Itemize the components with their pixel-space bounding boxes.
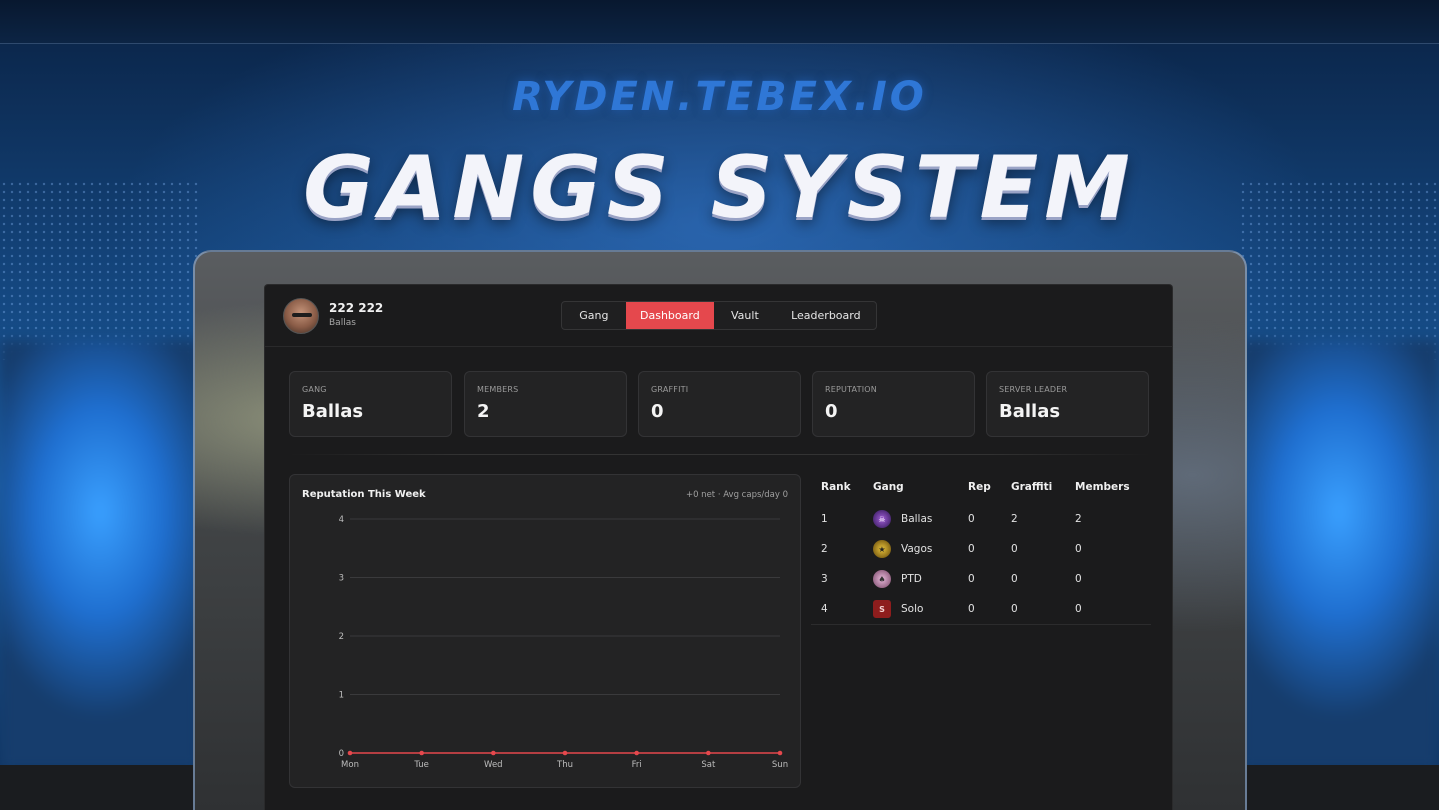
row-gang: ★ Vagos: [873, 534, 932, 564]
row-graffiti: 2: [1011, 513, 1018, 525]
y-tick-label: 1: [339, 691, 344, 701]
header-rank[interactable]: Rank: [821, 474, 851, 500]
stat-value: 0: [825, 401, 838, 422]
row-rep: 0: [968, 543, 975, 555]
stat-card-server-leader: SERVER LEADER Ballas: [986, 371, 1149, 437]
header-rep[interactable]: Rep: [968, 474, 991, 500]
blue-glow-left: [0, 340, 200, 770]
row-graffiti: 0: [1011, 543, 1018, 555]
table-row[interactable]: 1 ☠ Ballas 0 2 2: [811, 504, 1151, 534]
leaderboard-table: Rank Gang Rep Graffiti Members 1 ☠ Balla…: [811, 474, 1151, 625]
ptd-icon: ♠: [873, 570, 891, 588]
row-members: 0: [1075, 603, 1082, 615]
gang-panel: 222 222 Ballas Gang Dashboard Vault Lead…: [264, 284, 1173, 810]
row-gang-name: Vagos: [901, 543, 933, 555]
stat-label: GRAFFITI: [651, 385, 689, 394]
row-gang: ♠ PTD: [873, 564, 922, 594]
x-tick-label: Tue: [413, 760, 429, 770]
brand-title: RYDEN.TEBEX.IO: [512, 74, 927, 120]
header-members[interactable]: Members: [1075, 474, 1130, 500]
row-gang-name: PTD: [901, 573, 922, 585]
chart-subtitle: +0 net · Avg caps/day 0: [685, 490, 788, 500]
table-row[interactable]: 2 ★ Vagos 0 0 0: [811, 534, 1151, 564]
panel-header: 222 222 Ballas Gang Dashboard Vault Lead…: [265, 285, 1172, 347]
row-rank: 2: [821, 543, 828, 555]
header-graffiti[interactable]: Graffiti: [1011, 474, 1052, 500]
reputation-chart-card: 0 1 2 3 4 Mon Tue Wed Thu Fri Sat Sun Reputation Th…: [289, 474, 801, 788]
stat-card-graffiti: GRAFFITI 0: [638, 371, 801, 437]
vagos-icon: ★: [873, 540, 891, 558]
row-graffiti: 0: [1011, 573, 1018, 585]
top-strip: [0, 0, 1439, 44]
x-tick-label: Sun: [772, 760, 788, 770]
player-name: 222 222: [329, 301, 384, 315]
x-tick-label: Thu: [556, 760, 573, 770]
data-point[interactable]: [347, 750, 353, 756]
data-point[interactable]: [491, 750, 496, 756]
stat-card-members: MEMBERS 2: [464, 371, 627, 437]
row-rank: 1: [821, 513, 828, 525]
row-graffiti: 0: [1011, 603, 1018, 615]
row-members: 2: [1075, 513, 1082, 525]
headline-title: GANGS SYSTEM: [303, 138, 1136, 238]
row-rank: 3: [821, 573, 828, 585]
x-tick-label: Wed: [484, 760, 503, 770]
y-tick-label: 4: [339, 515, 344, 525]
tab-bar: Gang Dashboard Vault Leaderboard: [561, 301, 877, 330]
stat-value: 2: [477, 401, 490, 422]
stat-card-reputation: REPUTATION 0: [812, 371, 975, 437]
row-gang-name: Solo: [901, 603, 924, 615]
row-gang-name: Ballas: [901, 513, 933, 525]
stat-card-gang: GANG Ballas: [289, 371, 452, 437]
tab-vault[interactable]: Vault: [714, 302, 776, 329]
blue-glow-right: [1239, 340, 1439, 770]
solo-icon: S: [873, 600, 891, 618]
stat-cards: GANG Ballas MEMBERS 2 GRAFFITI 0 REPUTAT…: [289, 371, 1150, 437]
y-tick-label: 3: [339, 574, 344, 584]
chart-title: Reputation This Week: [302, 489, 426, 500]
y-tick-label: 0: [339, 749, 344, 759]
stat-label: GANG: [302, 385, 327, 394]
data-point[interactable]: [562, 750, 568, 756]
stat-value: Ballas: [302, 401, 364, 422]
data-point[interactable]: [706, 750, 711, 756]
avatar-glasses: [292, 313, 312, 317]
row-members: 0: [1075, 543, 1082, 555]
data-point[interactable]: [777, 750, 783, 756]
x-tick-label: Sat: [701, 760, 716, 770]
tab-dashboard[interactable]: Dashboard: [625, 302, 715, 329]
data-point[interactable]: [419, 750, 424, 756]
stat-label: MEMBERS: [477, 385, 519, 394]
avatar: [283, 298, 319, 334]
stat-value: 0: [651, 401, 664, 422]
tab-gang[interactable]: Gang: [562, 302, 626, 329]
reputation-chart: 0 1 2 3 4 Mon Tue Wed Thu Fri Sat Sun: [339, 515, 789, 770]
player-gang: Ballas: [329, 318, 356, 328]
row-gang: ☠ Ballas: [873, 504, 932, 534]
ballas-icon: ☠: [873, 510, 891, 528]
table-bottom-border: [811, 624, 1151, 625]
row-gang: S Solo: [873, 594, 923, 624]
data-point[interactable]: [634, 750, 639, 756]
row-rep: 0: [968, 513, 975, 525]
y-tick-label: 2: [339, 632, 344, 642]
row-members: 0: [1075, 573, 1082, 585]
table-row[interactable]: 4 S Solo 0 0 0: [811, 594, 1151, 624]
row-rep: 0: [968, 573, 975, 585]
tab-leaderboard[interactable]: Leaderboard: [776, 302, 876, 329]
row-rep: 0: [968, 603, 975, 615]
stat-label: REPUTATION: [825, 385, 877, 394]
header-gang[interactable]: Gang: [873, 474, 904, 500]
table-row[interactable]: 3 ♠ PTD 0 0 0: [811, 564, 1151, 594]
row-rank: 4: [821, 603, 828, 615]
stat-label: SERVER LEADER: [999, 385, 1068, 394]
x-tick-label: Fri: [632, 760, 642, 770]
table-header: Rank Gang Rep Graffiti Members: [811, 474, 1151, 500]
stat-value: Ballas: [999, 401, 1061, 422]
x-tick-label: Mon: [341, 760, 359, 770]
divider: [289, 454, 1150, 455]
